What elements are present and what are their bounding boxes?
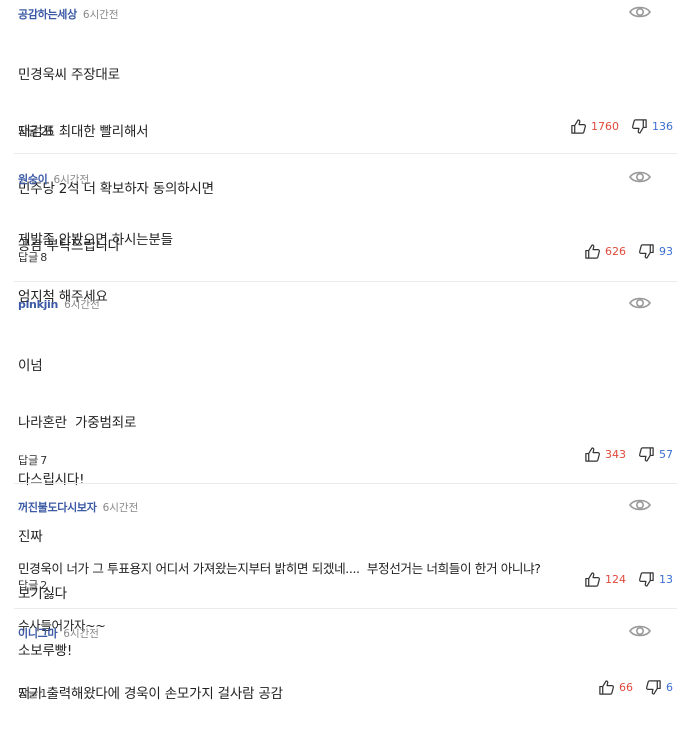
like-button[interactable]: 1760: [570, 118, 631, 135]
like-button[interactable]: 124: [584, 571, 638, 588]
eye-icon[interactable]: [628, 623, 652, 639]
reply-count: 1: [40, 687, 48, 700]
comment-time: 6시간전: [63, 628, 99, 640]
thumbs-up-icon: [585, 244, 600, 259]
thumbs-down-icon: [639, 447, 654, 462]
vote-group: 626 93: [584, 243, 673, 260]
dislike-count: 13: [659, 573, 673, 586]
eye-icon[interactable]: [628, 295, 652, 311]
vote-group: 124 13: [584, 571, 673, 588]
vote-group: 1760 136: [570, 118, 673, 135]
comment-header: pinkjin 6시간전: [18, 297, 100, 315]
dislike-button[interactable]: 136: [631, 118, 673, 135]
reply-button[interactable]: 답글 2: [18, 577, 47, 593]
comment-author[interactable]: 공감하는세상: [18, 6, 77, 22]
reply-count: 25: [40, 125, 55, 138]
comment-author[interactable]: 이니그마: [18, 625, 58, 641]
like-count: 66: [619, 681, 633, 694]
comment-header: 공감하는세상 6시간전: [18, 6, 119, 24]
thumbs-up-icon: [585, 447, 600, 462]
eye-icon[interactable]: [628, 4, 652, 20]
reply-label: 답글: [18, 251, 39, 264]
thumbs-down-icon: [632, 119, 647, 134]
reply-count: 7: [40, 454, 48, 467]
eye-icon[interactable]: [628, 497, 652, 513]
like-button[interactable]: 626: [584, 243, 638, 260]
thumbs-down-icon: [639, 244, 654, 259]
comment-line: 민경욱씨 주장대로: [18, 67, 120, 83]
comment-author[interactable]: 꺼진불도다시보자: [18, 499, 97, 515]
comment-body: 지가 출력해왔다에 경욱이 손모가지 걸사람 공감: [18, 647, 283, 742]
dislike-button[interactable]: 13: [638, 571, 673, 588]
reply-count: 2: [40, 579, 48, 592]
comment-line: 지가 출력해왔다에 경욱이 손모가지 걸사람 공감: [18, 686, 283, 702]
comment-time: 6시간전: [82, 9, 119, 21]
dislike-count: 93: [659, 245, 673, 258]
reply-label: 답글: [18, 687, 39, 700]
vote-group: 343 57: [584, 446, 673, 463]
vote-group: 66 6: [598, 679, 673, 696]
like-count: 124: [605, 573, 626, 586]
dislike-button[interactable]: 57: [638, 446, 673, 463]
dislike-count: 6: [666, 681, 673, 694]
like-button[interactable]: 66: [598, 679, 645, 696]
like-count: 343: [605, 448, 626, 461]
comment-time: 6시간전: [53, 174, 90, 186]
like-count: 626: [605, 245, 626, 258]
like-count: 1760: [591, 120, 619, 133]
like-button[interactable]: 343: [584, 446, 638, 463]
eye-icon[interactable]: [628, 169, 652, 185]
comment-line: 이넘: [18, 358, 43, 374]
comment-time: 6시간전: [102, 502, 139, 514]
dislike-count: 136: [652, 120, 673, 133]
comment-author[interactable]: 원숭이: [18, 171, 48, 187]
comment-time: 6시간전: [64, 299, 100, 311]
thumbs-down-icon: [646, 680, 661, 695]
thumbs-up-icon: [599, 680, 614, 695]
thumbs-down-icon: [639, 572, 654, 587]
reply-button[interactable]: 답글 7: [18, 452, 47, 468]
divider: [14, 281, 677, 282]
reply-count: 8: [40, 251, 48, 264]
comment-author[interactable]: pinkjin: [18, 298, 58, 311]
reply-label: 답글: [18, 579, 39, 592]
comment-header: 꺼진불도다시보자 6시간전: [18, 499, 138, 517]
comment-header: 원숭이 6시간전: [18, 171, 89, 189]
comment-header: 이니그마 6시간전: [18, 625, 99, 643]
reply-button[interactable]: 답글 8: [18, 249, 47, 265]
divider: [14, 483, 677, 484]
dislike-button[interactable]: 93: [638, 243, 673, 260]
comment-line: 나라혼란 가중범죄로: [18, 415, 137, 431]
dislike-count: 57: [659, 448, 673, 461]
comment-line: 민경욱이 너가 그 투표용지 어디서 가져왔는지부터 밝히면 되겠네.... 부…: [18, 561, 541, 576]
thumbs-up-icon: [571, 119, 586, 134]
reply-button[interactable]: 답글 25: [18, 123, 54, 139]
reply-button[interactable]: 답글 1: [18, 685, 47, 701]
comment-line: 제발좀 안봤으면 하시는분들: [18, 232, 173, 248]
reply-label: 답글: [18, 125, 39, 138]
reply-label: 답글: [18, 454, 39, 467]
thumbs-up-icon: [585, 572, 600, 587]
divider: [14, 608, 677, 609]
comment-line: 다스립시다!: [18, 472, 85, 488]
dislike-button[interactable]: 6: [645, 679, 673, 696]
divider: [14, 153, 677, 154]
